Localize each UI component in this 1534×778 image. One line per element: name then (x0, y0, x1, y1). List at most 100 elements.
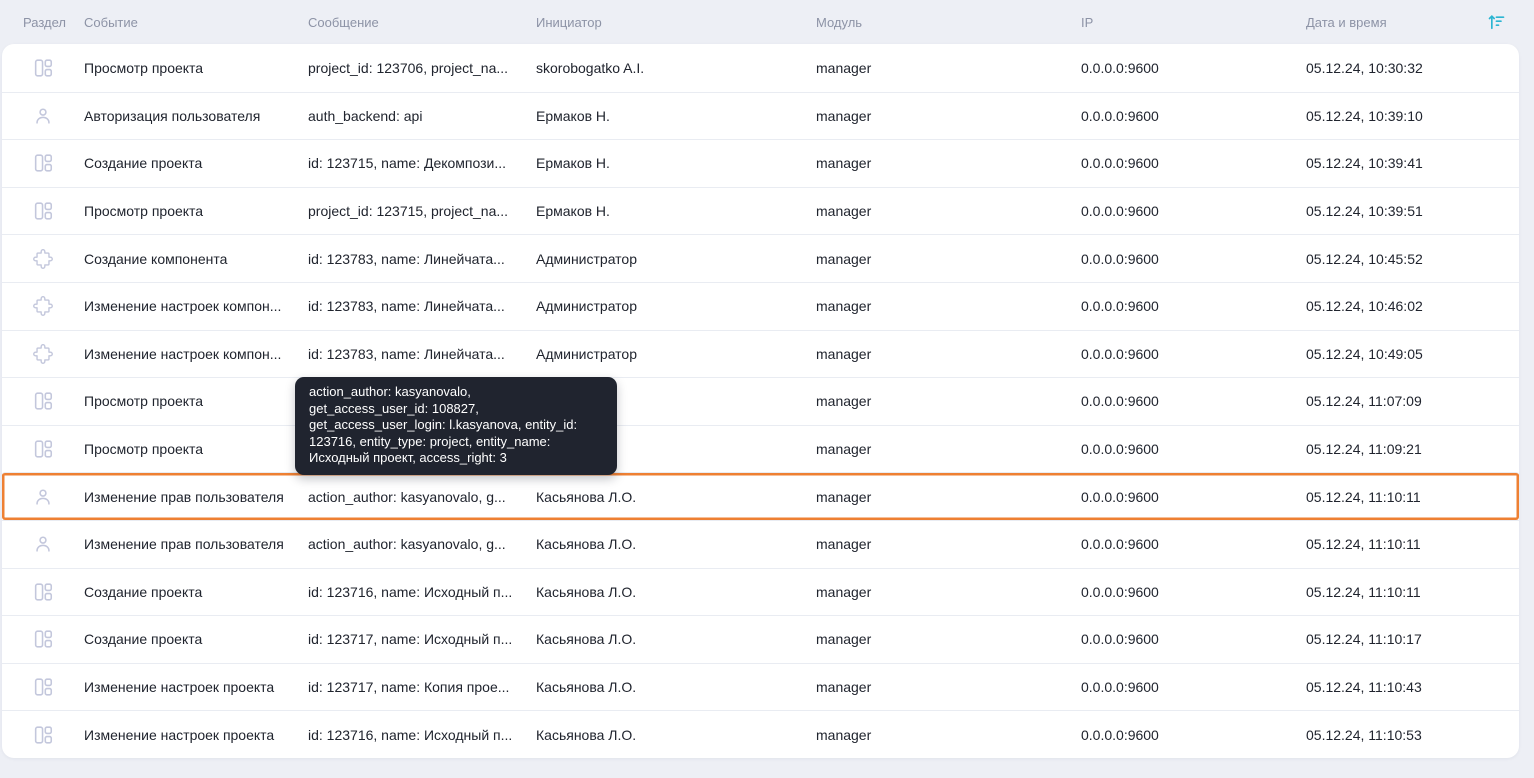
user-icon (32, 105, 54, 127)
message-cell[interactable]: id: 123717, name: Исходный п... (308, 631, 536, 647)
table-row[interactable]: Создание проекта id: 123715, name: Деком… (2, 139, 1519, 187)
table-row[interactable]: Изменение настроек проекта id: 123716, n… (2, 710, 1519, 758)
ip-cell: 0.0.0.0:9600 (1081, 631, 1159, 648)
column-header-event: Событие (84, 14, 138, 30)
module-cell: manager (816, 583, 872, 600)
audit-log-page: Раздел Событие Сообщение Инициатор Модул… (0, 0, 1534, 778)
message-cell[interactable]: action_author: kasyanovalo, g... (308, 536, 536, 552)
project-icon (32, 438, 54, 460)
project-icon (32, 57, 54, 79)
column-header-section: Раздел (23, 14, 66, 30)
table-row[interactable]: Просмотр проекта manager 0.0.0.0:9600 05… (2, 377, 1519, 425)
ip-cell: 0.0.0.0:9600 (1081, 441, 1159, 458)
initiator-cell: Администратор (536, 345, 638, 362)
module-cell: manager (816, 631, 872, 648)
column-header-module: Модуль (816, 14, 863, 30)
table-row[interactable]: Изменение настроек компон... id: 123783,… (2, 329, 1519, 378)
initiator-cell: Ермаков Н. (536, 107, 610, 124)
message-cell[interactable]: id: 123783, name: Линейчата... (308, 251, 536, 267)
module-cell: manager (816, 393, 872, 410)
initiator-cell: Ермаков Н. (536, 155, 610, 172)
table-row[interactable]: Изменение прав пользователя action_autho… (2, 519, 1519, 568)
datetime-cell: 05.12.24, 11:10:53 (1306, 726, 1422, 743)
event-cell: Изменение настроек компон... (84, 298, 282, 315)
user-icon (32, 533, 54, 555)
datetime-cell: 05.12.24, 10:39:10 (1306, 107, 1423, 124)
event-cell: Создание компонента (84, 250, 228, 267)
initiator-cell: Касьянова Л.О. (536, 583, 637, 600)
table-row[interactable]: Авторизация пользователя auth_backend: a… (2, 91, 1519, 140)
module-cell: manager (816, 441, 872, 458)
datetime-cell: 05.12.24, 11:10:11 (1306, 536, 1421, 553)
initiator-cell: Касьянова Л.О. (536, 726, 637, 743)
project-icon (32, 676, 54, 698)
project-icon (32, 628, 54, 650)
message-cell[interactable]: id: 123716, name: Исходный п... (308, 727, 536, 743)
event-cell: Создание проекта (84, 631, 203, 648)
puzzle-icon (32, 248, 54, 270)
module-cell: manager (816, 679, 872, 696)
event-cell: Авторизация пользователя (84, 107, 261, 124)
project-icon (32, 390, 54, 412)
datetime-cell: 05.12.24, 10:39:41 (1306, 155, 1423, 172)
event-cell: Просмотр проекта (84, 59, 204, 76)
table-row[interactable]: Изменение настроек компон... id: 123783,… (2, 281, 1519, 330)
message-cell[interactable]: id: 123783, name: Линейчата... (308, 346, 536, 362)
message-cell[interactable]: id: 123715, name: Декомпози... (308, 155, 536, 171)
message-cell[interactable]: project_id: 123715, project_na... (308, 203, 536, 219)
event-log-table: Просмотр проекта project_id: 123706, pro… (2, 44, 1519, 758)
event-cell: Создание проекта (84, 155, 203, 172)
initiator-cell: Касьянова Л.О. (536, 488, 637, 505)
puzzle-icon (32, 295, 54, 317)
message-cell[interactable]: auth_backend: api (308, 108, 536, 124)
message-cell[interactable]: project_id: 123706, project_na... (308, 60, 536, 76)
table-row[interactable]: Просмотр проекта manager 0.0.0.0:9600 05… (2, 424, 1519, 473)
project-icon (32, 152, 54, 174)
ip-cell: 0.0.0.0:9600 (1081, 345, 1159, 362)
message-cell[interactable]: id: 123783, name: Линейчата... (308, 298, 536, 314)
event-cell: Просмотр проекта (84, 441, 204, 458)
project-icon (32, 581, 54, 603)
puzzle-icon (32, 343, 54, 365)
initiator-cell: Касьянова Л.О. (536, 631, 637, 648)
module-cell: manager (816, 250, 872, 267)
datetime-cell: 05.12.24, 11:10:17 (1306, 631, 1422, 648)
ip-cell: 0.0.0.0:9600 (1081, 726, 1159, 743)
sort-ascending-icon[interactable] (1485, 11, 1507, 33)
table-row[interactable]: Создание проекта id: 123717, name: Исход… (2, 615, 1519, 663)
initiator-cell: Администратор (536, 250, 638, 267)
message-cell[interactable]: id: 123717, name: Копия прое... (308, 679, 536, 695)
ip-cell: 0.0.0.0:9600 (1081, 155, 1159, 172)
module-cell: manager (816, 107, 872, 124)
table-row-selected[interactable]: Изменение прав пользователя action_autho… (2, 472, 1519, 520)
ip-cell: 0.0.0.0:9600 (1081, 679, 1159, 696)
ip-cell: 0.0.0.0:9600 (1081, 59, 1159, 76)
datetime-cell: 05.12.24, 11:10:11 (1306, 488, 1421, 505)
module-cell: manager (816, 536, 872, 553)
table-row[interactable]: Просмотр проекта project_id: 123715, pro… (2, 186, 1519, 235)
ip-cell: 0.0.0.0:9600 (1081, 393, 1159, 410)
ip-cell: 0.0.0.0:9600 (1081, 107, 1159, 124)
message-cell[interactable]: action_author: kasyanovalo, g... (308, 489, 536, 505)
module-cell: manager (816, 488, 872, 505)
ip-cell: 0.0.0.0:9600 (1081, 488, 1159, 505)
module-cell: manager (816, 345, 872, 362)
message-tooltip: action_author: kasyanovalo, get_access_u… (295, 377, 617, 475)
datetime-cell: 05.12.24, 10:49:05 (1306, 345, 1423, 362)
user-icon (32, 486, 54, 508)
table-row[interactable]: Просмотр проекта project_id: 123706, pro… (2, 44, 1519, 92)
event-cell: Изменение настроек проекта (84, 679, 275, 696)
event-cell: Создание проекта (84, 583, 203, 600)
module-cell: manager (816, 59, 872, 76)
event-cell: Просмотр проекта (84, 203, 204, 220)
datetime-cell: 05.12.24, 10:30:32 (1306, 59, 1423, 76)
table-row[interactable]: Создание компонента id: 123783, name: Ли… (2, 234, 1519, 282)
message-cell[interactable]: id: 123716, name: Исходный п... (308, 584, 536, 600)
datetime-cell: 05.12.24, 10:45:52 (1306, 250, 1423, 267)
table-row[interactable]: Создание проекта id: 123716, name: Исход… (2, 567, 1519, 616)
initiator-cell: Ермаков Н. (536, 203, 610, 220)
module-cell: manager (816, 155, 872, 172)
datetime-cell: 05.12.24, 11:10:11 (1306, 583, 1421, 600)
table-row[interactable]: Изменение настроек проекта id: 123717, n… (2, 662, 1519, 711)
project-icon (32, 724, 54, 746)
